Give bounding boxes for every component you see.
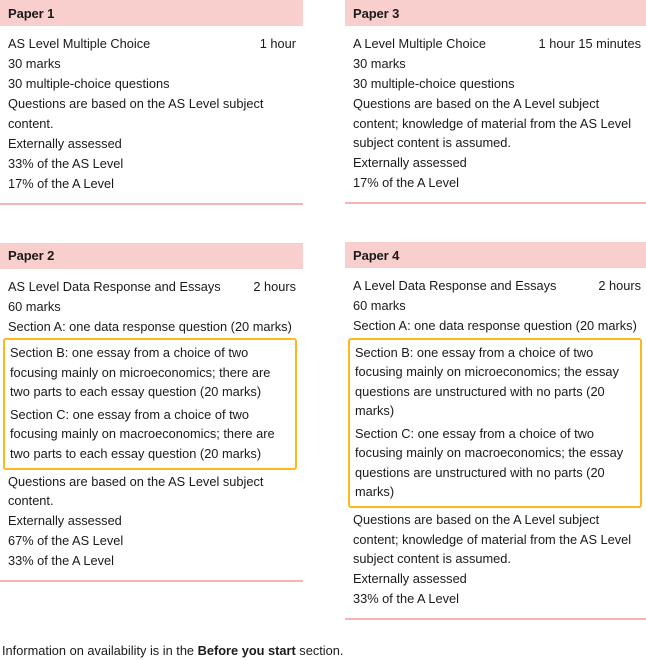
paper-3-line: Externally assessed	[353, 155, 467, 170]
paper-4-title: Paper 4	[353, 247, 400, 263]
column-left-spacer	[0, 205, 303, 243]
paper-3-line: 17% of the A Level	[353, 175, 460, 190]
paper-3-name-row: A Level Multiple Choice 1 hour 15 minute…	[353, 34, 646, 54]
column-right-spacer	[345, 204, 646, 242]
paper-3-name: A Level Multiple Choice	[353, 36, 487, 51]
paper-1-line: Externally assessed	[8, 135, 122, 151]
paper-2-name-row: AS Level Data Response and Essays 2 hour…	[8, 277, 303, 297]
paper-3-line: Questions are based on the A Level subje…	[353, 96, 632, 150]
paper-1-line: 33% of the AS Level	[8, 155, 124, 171]
paper-3-line: 30 multiple-choice questions	[353, 76, 515, 91]
paper-2-highlight-line: Section B: one essay from a choice of tw…	[10, 345, 271, 399]
papers-column-right: Paper 3 A Level Multiple Choice 1 hour 1…	[345, 0, 646, 620]
paper-2-line: 60 marks	[8, 298, 61, 314]
paper-2-duration: 2 hours	[253, 278, 296, 294]
paper-1-name-row: AS Level Multiple Choice 1 hour	[8, 34, 303, 54]
paper-1-line: Questions are based on the AS Level subj…	[8, 96, 264, 131]
paper-1-line: 30 marks	[8, 56, 61, 71]
paper-4-name: A Level Data Response and Essays	[353, 278, 557, 293]
paper-4-header: Paper 4	[345, 242, 646, 268]
paper-2-line: 67% of the AS Level	[8, 533, 124, 548]
paper-2-body: AS Level Data Response and Essays 2 hour…	[0, 269, 303, 572]
paper-2-header: Paper 2	[0, 242, 303, 269]
paper-3-body: A Level Multiple Choice 1 hour 15 minute…	[345, 26, 646, 193]
paper-4-highlight-line: Section B: one essay from a choice of tw…	[355, 344, 619, 419]
paper-4-line: 33% of the A Level	[353, 591, 460, 606]
paper-4-panel: Paper 4 A Level Data Response and Essays…	[345, 242, 646, 620]
paper-3-title: Paper 3	[353, 5, 400, 21]
paper-2-highlight-box: Section B: one essay from a choice of tw…	[3, 338, 297, 470]
paper-3-header: Paper 3	[345, 0, 646, 26]
paper-4-divider	[345, 618, 646, 620]
paper-2-line: Questions are based on the AS Level subj…	[8, 473, 264, 509]
paper-3-panel: Paper 3 A Level Multiple Choice 1 hour 1…	[345, 0, 646, 204]
paper-4-highlight-box: Section B: one essay from a choice of tw…	[348, 337, 642, 508]
papers-grid: Paper 1 AS Level Multiple Choice 1 hour …	[0, 0, 646, 620]
availability-note-prefix: Information on availability is in the	[2, 643, 198, 658]
paper-4-highlight-line: Section C: one essay from a choice of tw…	[355, 425, 624, 500]
paper-1-header: Paper 1	[0, 0, 303, 26]
paper-3-duration: 1 hour 15 minutes	[538, 36, 641, 51]
paper-1-body: AS Level Multiple Choice 1 hour 30 marks…	[0, 26, 303, 194]
paper-2-name: AS Level Data Response and Essays	[8, 278, 221, 294]
paper-2-title: Paper 2	[8, 248, 55, 263]
paper-1-name: AS Level Multiple Choice	[8, 36, 151, 51]
paper-2-panel: Paper 2 AS Level Data Response and Essay…	[0, 242, 303, 582]
paper-2-line: Externally assessed	[8, 513, 122, 528]
paper-2-line: 33% of the A Level	[8, 553, 115, 568]
paper-4-duration: 2 hours	[598, 278, 641, 293]
paper-4-body: A Level Data Response and Essays 2 hours…	[345, 268, 646, 609]
paper-1-panel: Paper 1 AS Level Multiple Choice 1 hour …	[0, 0, 303, 205]
paper-1-duration: 1 hour	[259, 36, 296, 51]
availability-note-emphasis: Before you start	[197, 643, 296, 658]
paper-4-name-row: A Level Data Response and Essays 2 hours	[353, 276, 646, 296]
paper-2-line: Section A: one data response question (2…	[8, 318, 292, 334]
paper-1-line: 30 multiple-choice questions	[8, 76, 170, 91]
availability-note: Information on availability is in the Be…	[0, 620, 646, 660]
paper-3-line: 30 marks	[353, 56, 406, 71]
availability-note-suffix: section.	[295, 643, 344, 658]
exam-papers-overview: Paper 1 AS Level Multiple Choice 1 hour …	[0, 0, 646, 658]
paper-1-title: Paper 1	[8, 5, 55, 21]
papers-column-left: Paper 1 AS Level Multiple Choice 1 hour …	[0, 0, 303, 620]
paper-2-divider	[0, 580, 303, 582]
paper-4-line: Externally assessed	[353, 571, 467, 586]
paper-2-highlight-line: Section C: one essay from a choice of tw…	[10, 406, 275, 461]
paper-1-line: 17% of the A Level	[8, 175, 115, 191]
paper-4-line: 60 marks	[353, 298, 406, 313]
paper-4-line: Section A: one data response question (2…	[353, 318, 637, 333]
paper-4-line: Questions are based on the A Level subje…	[353, 512, 632, 566]
